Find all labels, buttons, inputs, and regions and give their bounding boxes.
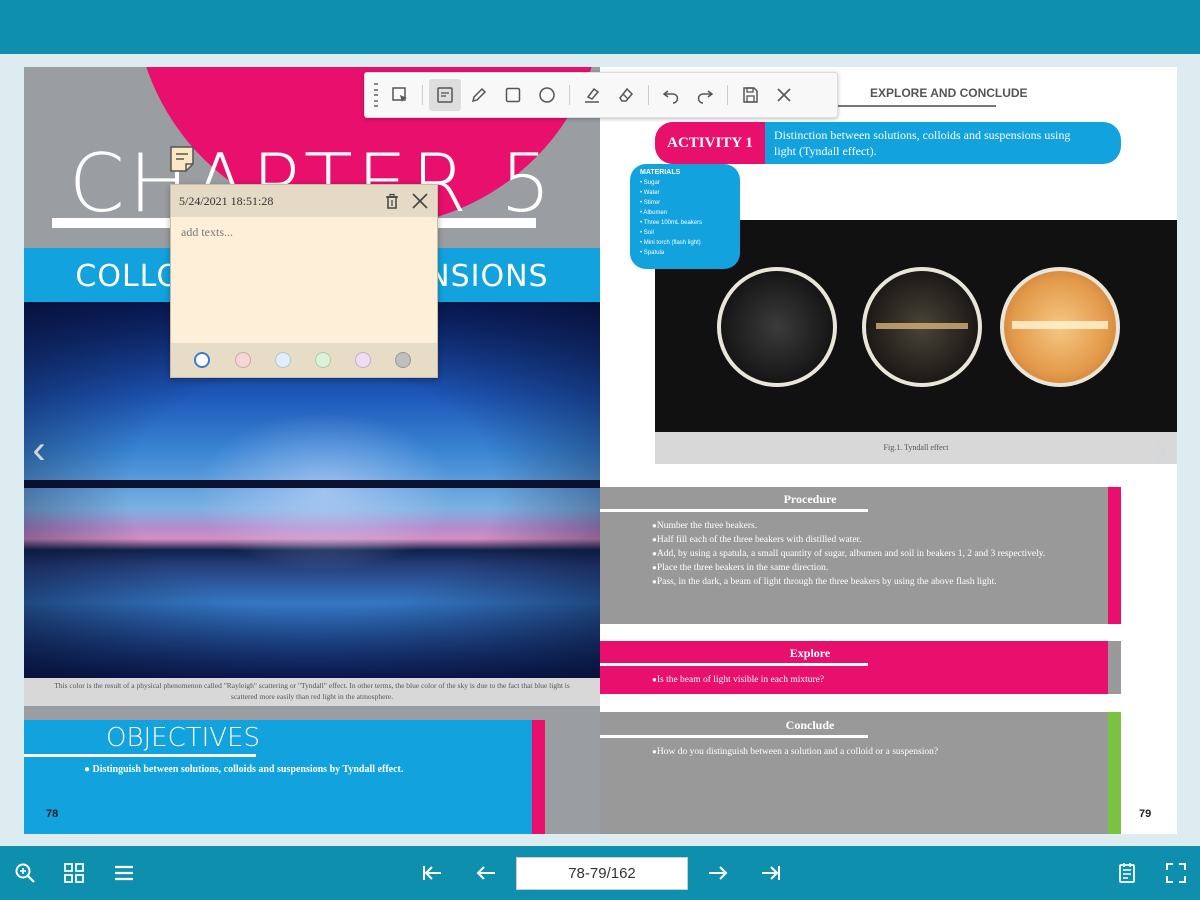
toolbar-separator (727, 85, 728, 105)
right-page-number: 79 (1139, 808, 1152, 820)
material-item: • Mini torch (flash light) (640, 240, 701, 246)
sticky-note-icon[interactable] (168, 144, 198, 174)
objectives-accent (532, 720, 545, 834)
right-page[interactable]: EXPLORE AND CONCLUDE ACTIVITY 1 Distinct… (600, 67, 1177, 834)
note-icon[interactable] (429, 79, 461, 111)
color-swatch-purple[interactable] (355, 352, 371, 368)
material-item: • Spatula (640, 250, 665, 256)
beaker-colloid (862, 267, 982, 387)
color-swatch-pink[interactable] (235, 352, 251, 368)
eraser-icon[interactable] (610, 79, 642, 111)
header-rule (836, 105, 996, 107)
fullscreen-icon[interactable] (1163, 860, 1189, 886)
list-item: Pass, in the dark, a beam of light throu… (652, 575, 1104, 589)
list-item: Half fill each of the three beakers with… (652, 533, 1104, 547)
objective-text: Distinguish between solutions, colloids … (92, 764, 404, 775)
explore-list: Is the beam of light visible in each mix… (652, 673, 1104, 687)
beaker-solution (717, 267, 837, 387)
top-bar (0, 0, 1200, 54)
list-item: Number the three beakers. (652, 519, 1104, 533)
procedure-rule (600, 509, 868, 512)
note-popup[interactable]: 5/24/2021 18:51:28 add texts... (170, 184, 438, 378)
objectives-rule (24, 754, 256, 757)
conclude-rule (600, 735, 868, 738)
objective-item: ● Distinguish between solutions, colloid… (84, 764, 404, 775)
section-header: EXPLORE AND CONCLUDE (870, 86, 1028, 100)
conclude-accent (1108, 712, 1121, 834)
procedure-accent (1108, 487, 1121, 624)
materials-box: MATERIALS • Sugar • Water • Stirrer • Album… (630, 164, 740, 269)
note-timestamp: 5/24/2021 18:51:28 (179, 194, 274, 208)
material-item: • Sugar (640, 180, 660, 186)
rectangle-icon[interactable] (497, 79, 529, 111)
objectives-title: OBJECTIVES (106, 723, 261, 753)
toolbar-separator (422, 85, 423, 105)
select-icon[interactable] (384, 79, 416, 111)
zoom-icon[interactable] (12, 860, 38, 886)
left-page[interactable]: CHAPTER 5 COLLOIDS AND SUSPENSIONS This … (24, 67, 600, 834)
last-page-icon[interactable] (758, 860, 784, 886)
thumbnails-icon[interactable] (61, 860, 87, 886)
explore-rule (600, 663, 868, 666)
beaker-suspension (1000, 267, 1120, 387)
list-item: How do you distinguish between a solutio… (652, 745, 1104, 759)
list-item: Place the three beakers in the same dire… (652, 561, 1104, 575)
color-swatch-green[interactable] (315, 352, 331, 368)
page-number-input[interactable]: 78-79/162 (516, 857, 688, 890)
list-item: Is the beam of light visible in each mix… (652, 673, 1104, 687)
next-page-icon[interactable] (705, 860, 731, 886)
next-page-arrow-icon[interactable]: › (1146, 420, 1176, 480)
procedure-list: Number the three beakers.Half fill each … (652, 519, 1104, 589)
material-item: • Soil (640, 230, 654, 236)
materials-list: • Sugar • Water • Stirrer • Albumen • Three … (640, 178, 740, 258)
material-item: • Three 100mL beakers (640, 220, 703, 226)
color-swatch-blue[interactable] (275, 352, 291, 368)
explore-title: Explore (789, 646, 831, 660)
close-icon[interactable] (411, 192, 429, 210)
prev-page-arrow-icon[interactable]: ‹ (24, 420, 54, 480)
explore-accent (1108, 641, 1121, 694)
left-page-number: 78 (46, 808, 59, 820)
trash-icon[interactable] (383, 193, 401, 211)
highlighter-icon[interactable] (576, 79, 608, 111)
close-icon[interactable] (768, 79, 800, 111)
color-swatch-white[interactable] (194, 352, 210, 368)
material-item: • Albumen (640, 210, 668, 216)
prev-page-icon[interactable] (473, 860, 499, 886)
image-caption: This color is the result of a physical p… (54, 681, 570, 701)
note-text-input[interactable]: add texts... (181, 225, 233, 240)
conclude-title: Conclude (785, 718, 835, 732)
save-icon[interactable] (734, 79, 766, 111)
grip-icon[interactable] (369, 83, 383, 107)
procedure-title: Procedure (783, 492, 837, 506)
menu-icon[interactable] (111, 860, 137, 886)
redo-icon[interactable] (689, 79, 721, 111)
circle-icon[interactable] (531, 79, 563, 111)
toolbar-separator (648, 85, 649, 105)
conclude-list: How do you distinguish between a solutio… (652, 745, 1104, 759)
annotation-toolbar (364, 72, 838, 118)
activity-title: Distinction between solutions, colloids … (774, 128, 1071, 158)
toolbar-separator (569, 85, 570, 105)
note-color-bar (171, 343, 437, 377)
materials-title: MATERIALS (640, 169, 681, 176)
undo-icon[interactable] (655, 79, 687, 111)
pencil-icon[interactable] (463, 79, 495, 111)
first-page-icon[interactable] (419, 860, 445, 886)
figure-caption: Fig.1. Tyndall effect (655, 432, 1177, 464)
objectives-box (24, 720, 532, 834)
color-swatch-grey[interactable] (395, 352, 411, 368)
material-item: • Stirrer (640, 200, 661, 206)
material-item: • Water (640, 190, 660, 196)
activity-label: ACTIVITY 1 (655, 122, 765, 164)
notes-list-icon[interactable] (1114, 860, 1140, 886)
list-item: Add, by using a spatula, a small quantit… (652, 547, 1104, 561)
